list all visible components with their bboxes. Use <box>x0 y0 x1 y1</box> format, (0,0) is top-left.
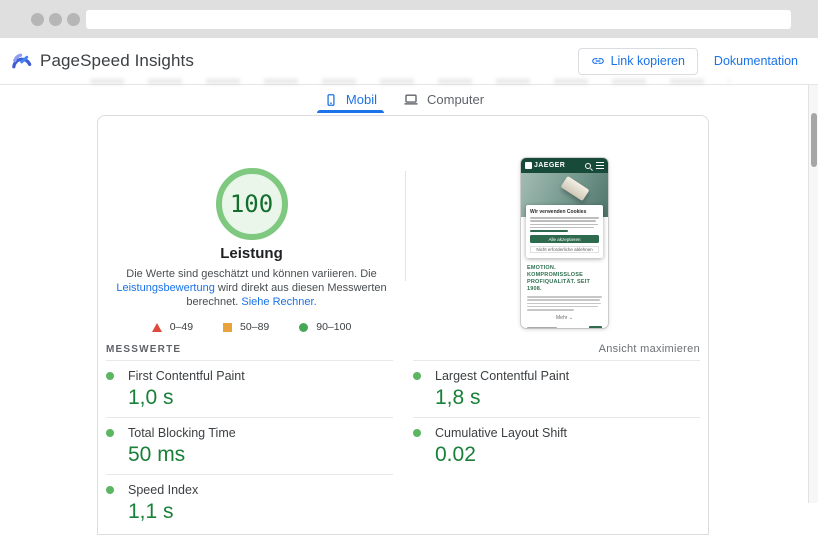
leistungsbewertung-link[interactable]: Leistungsbewertung <box>116 282 214 294</box>
blurred-content-strip <box>90 79 730 84</box>
performance-score-gauge: 100 <box>215 168 288 240</box>
jaeger-logo-icon <box>525 162 532 169</box>
performance-score-value: 100 <box>229 190 274 218</box>
tab-mobil[interactable]: Mobil <box>311 86 390 113</box>
thumb-footer <box>527 325 602 328</box>
app-header: PageSpeed Insights Link kopieren Dokumen… <box>0 38 818 85</box>
metric-value: 1,0 s <box>128 386 174 409</box>
metric-label: First Contentful Paint <box>128 369 245 383</box>
copy-link-button[interactable]: Link kopieren <box>577 47 698 75</box>
thumb-cookie-dialog: Wir verwenden Cookies Alle akzeptieren N… <box>526 205 603 258</box>
site-screenshot-thumbnail: JAEGER Wir verwenden Cookies Alle akzept… <box>521 158 608 328</box>
metrics-grid: First Contentful Paint 1,0 s Largest Con… <box>106 360 700 531</box>
window-control-dot[interactable] <box>31 13 44 26</box>
scrollbar-track[interactable] <box>808 85 818 503</box>
thumb-cookie-accept-button: Alle akzeptieren <box>530 235 599 244</box>
pagespeed-logo-icon <box>12 53 32 68</box>
thumb-cookie-body-text <box>530 217 599 232</box>
thumb-heading-1: EMOTION. <box>527 265 556 271</box>
tab-computer-label: Computer <box>427 92 485 107</box>
tab-mobil-label: Mobil <box>345 92 377 107</box>
metric-label: Largest Contentful Paint <box>435 369 570 383</box>
thumb-site-header: JAEGER <box>521 158 608 173</box>
mobile-phone-icon <box>327 93 335 106</box>
metric-largest-contentful-paint: Largest Contentful Paint 1,8 s <box>413 360 700 417</box>
legend-pass-range: 90–100 <box>316 321 352 333</box>
window-controls <box>31 13 80 26</box>
legend-pass-circle-icon <box>299 322 309 332</box>
tab-computer[interactable]: Computer <box>390 86 497 113</box>
window-control-dot[interactable] <box>49 13 62 26</box>
vertical-divider <box>405 171 406 281</box>
thumb-more-link: Mehr ⌄ <box>556 314 573 321</box>
thumb-page-content: EMOTION. KOMPROMISSLOSE PROFIQUALITÄT. S… <box>527 265 602 328</box>
metric-value: 1,1 s <box>128 500 174 523</box>
legend-item-pass: 90–100 <box>299 321 351 333</box>
metric-label: Total Blocking Time <box>128 426 236 440</box>
browser-chrome <box>0 0 818 38</box>
metrics-heading: MESSWERTE <box>106 343 182 355</box>
disclaimer-text: Die Werte sind geschätzt und können vari… <box>104 267 400 309</box>
thumb-site-name: JAEGER <box>534 162 566 169</box>
score-section: 100 Leistung Die Werte sind geschätzt un… <box>98 116 708 338</box>
score-legend: 0–49 50–89 90–100 <box>98 321 405 333</box>
metric-first-contentful-paint: First Contentful Paint 1,0 s <box>106 360 393 417</box>
metric-label: Speed Index <box>128 483 199 497</box>
performance-gauge-column: 100 Leistung Die Werte sind geschätzt un… <box>98 116 405 333</box>
thumb-menu-icon <box>596 161 604 170</box>
metric-value: 0.02 <box>435 443 476 466</box>
metrics-header-row: MESSWERTE Ansicht maximieren <box>106 338 700 360</box>
thumb-heading-2: KOMPROMISSLOSE PROFIQUALITÄT. SEIT 1908. <box>527 272 591 292</box>
link-icon <box>591 58 604 64</box>
metric-cumulative-layout-shift: Cumulative Layout Shift 0.02 <box>413 417 700 474</box>
thumb-cookie-title: Wir verwenden Cookies <box>530 209 587 215</box>
metric-pass-status-icon <box>106 429 114 437</box>
legend-item-average: 50–89 <box>223 321 269 333</box>
thumb-cookie-decline-button: Nicht erforderliche ablehnen <box>530 246 599 253</box>
device-tabs: Mobil Computer <box>0 86 808 113</box>
pagespeed-insights-screen: { "browser": { "url_value": "" }, "heade… <box>0 0 818 535</box>
expand-view-link[interactable]: Ansicht maximieren <box>599 343 700 355</box>
app-title: PageSpeed Insights <box>40 51 194 70</box>
metric-value: 1,8 s <box>435 386 481 409</box>
thumb-footer-text <box>527 326 557 328</box>
siehe-rechner-link[interactable]: Siehe Rechner. <box>241 296 316 308</box>
thumb-footer-button <box>589 325 602 328</box>
legend-fail-triangle-icon <box>151 322 162 332</box>
thumb-paragraph <box>527 296 602 311</box>
report-card: 100 Leistung Die Werte sind geschätzt un… <box>97 115 709 535</box>
legend-average-square-icon <box>223 322 233 332</box>
legend-average-range: 50–89 <box>240 321 270 333</box>
address-bar-input[interactable] <box>86 10 791 29</box>
metric-label: Cumulative Layout Shift <box>435 426 568 440</box>
metric-pass-status-icon <box>413 372 421 380</box>
legend-fail-range: 0–49 <box>169 321 194 333</box>
disclaimer-prefix: Die Werte sind geschätzt und können vari… <box>126 268 377 280</box>
metric-pass-status-icon <box>413 429 421 437</box>
window-control-dot[interactable] <box>67 13 80 26</box>
legend-item-fail: 0–49 <box>151 321 194 333</box>
thumb-product-image <box>560 175 590 202</box>
category-title: Leistung <box>220 245 283 262</box>
scrollbar-thumb[interactable] <box>810 113 817 167</box>
metric-pass-status-icon <box>106 486 114 494</box>
metric-total-blocking-time: Total Blocking Time 50 ms <box>106 417 393 474</box>
metric-value: 50 ms <box>128 443 186 466</box>
metric-pass-status-icon <box>106 372 114 380</box>
copy-link-label: Link kopieren <box>610 54 685 68</box>
documentation-link[interactable]: Dokumentation <box>714 54 798 68</box>
thumb-search-icon <box>585 162 591 169</box>
computer-icon <box>404 94 418 105</box>
